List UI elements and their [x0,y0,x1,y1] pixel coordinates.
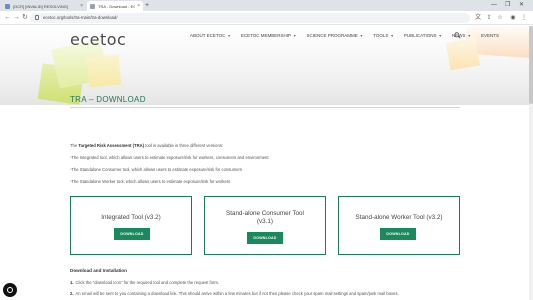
download-heading: Download and Installation [70,268,127,273]
intro-bold: Targeted Risk Assessment (TRA) [78,143,145,148]
nav-publications[interactable]: PUBLICATIONS ▼ [404,32,442,40]
nav-membership-label: ECETOC MEMBERSHIP [240,33,291,38]
tab-title: [OCR] [INVALID] RESOLVING] [13,3,68,9]
card-integrated: Integrated Tool (v3.2) DOWNLOAD [70,196,192,255]
nav-publications-label: PUBLICATIONS [403,33,437,38]
chevron-down-icon: ▼ [227,34,231,38]
chevron-down-icon: ▼ [438,34,443,38]
version-integrated-text: -The Integrated tool, which allows users… [70,155,269,160]
title-divider [70,107,460,108]
nav-about-label: ABOUT ECETOC [190,33,226,38]
scrollbar-thumb[interactable] [529,26,533,104]
address-bar[interactable]: ecetoc.org/tools/tra-main/tra-download/ [30,13,470,23]
nav-events[interactable]: EVENTS [481,32,499,40]
download-button[interactable]: DOWNLOAD [247,232,283,244]
card-worker: Stand-alone Worker Tool (v3.2) DOWNLOAD [338,196,460,255]
translate-icon[interactable]: 文 [474,14,482,22]
chevron-down-icon: ▼ [293,34,297,38]
download-button[interactable]: DOWNLOAD [114,228,150,240]
download-cards: Integrated Tool (v3.2) DOWNLOAD Stand-al… [70,196,460,255]
download-button[interactable]: DOWNLOAD [380,228,416,240]
nav-tools[interactable]: TOOLS ▼ [373,32,394,40]
search-icon[interactable] [454,32,461,39]
browser-tab-active[interactable]: TRA - Download - ECETOC × [87,1,143,11]
card-title: Integrated Tool (v3.2) [101,214,161,221]
tab-favicon-icon [90,3,95,9]
step-text: An email will be sent to you containing … [75,291,399,296]
bookmark-star-icon[interactable]: ☆ [496,14,504,22]
maximize-button[interactable]: ❐ [505,0,510,11]
chevron-down-icon: ▼ [390,34,394,38]
web-page: ecetoc ABOUT ECETOC ▼ ECETOC MEMBERSHIP ▼ … [0,26,533,300]
card-consumer: Stand-alone Consumer Tool (v3.1) DOWNLOA… [204,196,326,255]
card-title: Stand-alone Consumer Tool (v3.1) [226,210,304,225]
reload-icon[interactable]: ↻ [22,11,28,25]
nav-science[interactable]: SCIENCE PROGRAMME ▼ [306,32,363,40]
lock-icon [35,15,39,20]
tab-close-icon[interactable]: × [137,3,140,9]
main-content: TRA – DOWNLOAD The Targeted Risk Assessm… [70,95,460,184]
install-steps: 1. Click the "download icon" for the requ… [70,280,399,296]
step-item: 2. An email will be sent to you containin… [70,291,399,296]
profile-icon[interactable]: ◉ [509,14,517,22]
chat-widget-button[interactable] [3,283,17,297]
main-navigation: ABOUT ECETOC ▼ ECETOC MEMBERSHIP ▼ SCIENCE… [190,32,509,40]
intro-suffix: tool is available in three different ver… [144,143,224,148]
chat-icon [7,287,13,293]
back-icon[interactable]: ← [4,11,11,25]
forward-icon[interactable]: → [13,11,20,25]
share-icon[interactable]: ⇪ [485,14,493,22]
browser-tab-bar: [OCR] [INVALID] RESOLVING] × TRA - Downl… [0,0,533,11]
minimize-button[interactable]: — [491,0,497,11]
nav-about[interactable]: ABOUT ECETOC ▼ [190,32,231,40]
step-number: 1. [70,280,74,285]
intro-text: The Targeted Risk Assessment (TRA) tool … [70,143,223,148]
nav-tools-label: TOOLS [373,33,389,38]
nav-membership[interactable]: ECETOC MEMBERSHIP ▼ [241,32,297,40]
page-title: TRA – DOWNLOAD [70,95,146,104]
new-tab-button[interactable]: + [145,0,149,11]
address-url[interactable]: ecetoc.org/tools/tra-main/tra-download/ [43,13,118,23]
card-title: Stand-alone Worker Tool (v3.2) [355,214,443,221]
site-logo[interactable]: ecetoc [70,30,126,49]
nav-science-label: SCIENCE PROGRAMME [306,33,358,38]
tab-close-icon[interactable]: × [80,3,83,9]
chevron-down-icon: ▼ [467,34,471,38]
browser-toolbar: ← → ↻ ecetoc.org/tools/tra-main/tra-down… [0,11,533,25]
close-window-button[interactable]: ✕ [519,0,524,11]
step-text: Click the "download icon" for the requir… [75,280,220,285]
menu-kebab-icon[interactable]: ⋮ [520,14,528,22]
version-worker-text: -The Standalone Worker tool, which allow… [70,179,231,184]
page-scrollbar[interactable] [529,26,533,300]
tab-title: TRA - Download - ECETOC [98,3,135,9]
chevron-down-icon: ▼ [359,34,364,38]
step-number: 2. [70,291,74,296]
step-item: 1. Click the "download icon" for the requ… [70,280,399,285]
version-consumer-text: -The Standalone Consumer tool, which all… [70,167,242,172]
tab-favicon-icon [5,3,10,9]
nav-events-label: EVENTS [480,33,499,38]
browser-tab[interactable]: [OCR] [INVALID] RESOLVING] × [2,1,86,11]
